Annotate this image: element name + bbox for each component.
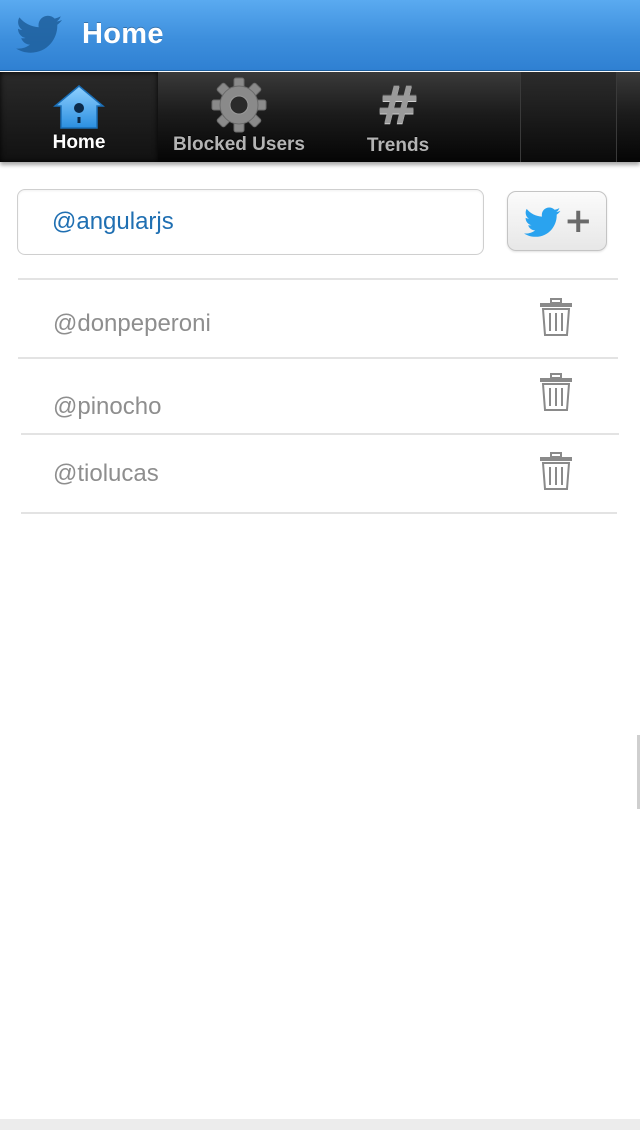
app-header: Home (0, 0, 640, 71)
tab-blocked-users[interactable]: Blocked Users (158, 72, 320, 162)
trash-icon[interactable] (539, 373, 573, 411)
tab-home[interactable]: Home (0, 72, 158, 162)
app-screen: Home Home Blocked Users # Trends @angula… (0, 0, 640, 1130)
trash-icon[interactable] (539, 298, 573, 336)
username-input[interactable] (52, 190, 472, 254)
blocked-user-handle: @tiolucas (53, 460, 159, 487)
bottom-edge (0, 1119, 640, 1130)
plus-icon: + (564, 201, 593, 241)
birdhouse-icon (53, 85, 105, 129)
block-user-button[interactable]: + (507, 191, 607, 251)
twitter-bird-icon (524, 207, 561, 237)
list-item: @tiolucas (18, 435, 618, 513)
hashtag-icon: # (376, 76, 420, 136)
tab-label: Trends (366, 135, 430, 156)
username-field-container (17, 189, 484, 255)
page-title: Home (82, 18, 164, 50)
twitter-bird-icon (16, 15, 63, 53)
tab-label: Home (52, 132, 106, 153)
tab-trends[interactable]: # Trends (320, 72, 476, 162)
gear-icon (211, 77, 267, 133)
trash-icon[interactable] (539, 452, 573, 490)
tab-placeholder (520, 72, 617, 162)
blocked-user-handle: @pinocho (53, 393, 162, 420)
divider (21, 512, 617, 514)
list-item: @donpeperoni (18, 280, 618, 358)
tab-bar: Home Blocked Users # Trends (0, 72, 640, 162)
tab-label: Blocked Users (172, 134, 305, 155)
blocked-user-handle: @donpeperoni (53, 310, 211, 337)
list-item: @pinocho (18, 359, 618, 433)
